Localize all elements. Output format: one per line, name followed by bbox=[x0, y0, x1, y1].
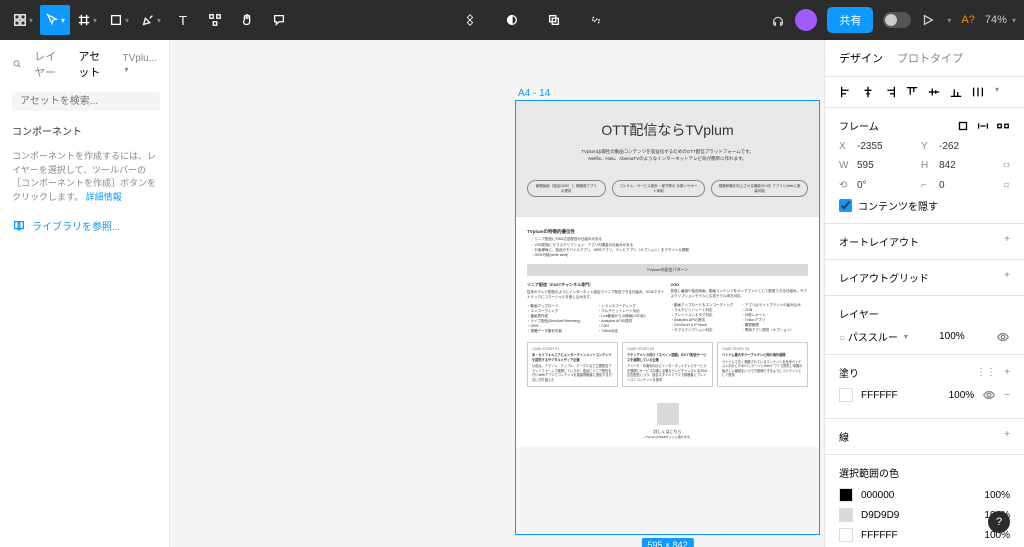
stroke-section[interactable]: 線+ bbox=[825, 419, 1024, 455]
zoom-level[interactable]: 74% ▾ bbox=[985, 14, 1016, 26]
auto-layout-section[interactable]: オートレイアウト+ bbox=[825, 224, 1024, 260]
frame-heading: フレーム bbox=[839, 118, 879, 133]
align-hcenter-icon[interactable] bbox=[861, 85, 875, 99]
dev-mode-toggle[interactable] bbox=[883, 12, 911, 28]
canvas[interactable]: A4 - 14 OTT配信ならTVplum TVplumは御社の動画コンテンツを… bbox=[170, 40, 824, 547]
eye-icon[interactable] bbox=[996, 330, 1010, 344]
user-avatar[interactable] bbox=[795, 9, 817, 31]
color-swatch[interactable] bbox=[839, 508, 853, 522]
prototype-tab[interactable]: プロトタイプ bbox=[897, 50, 963, 66]
text-tool[interactable]: T bbox=[168, 5, 198, 35]
fill-opacity[interactable]: 100% bbox=[949, 390, 975, 401]
align-controls: ▾ bbox=[825, 77, 1024, 108]
color-pct[interactable]: 100% bbox=[984, 490, 1010, 501]
style-icon[interactable]: ⋮⋮ bbox=[976, 367, 996, 378]
help-link[interactable]: 詳細情報 bbox=[86, 192, 122, 202]
remove-fill[interactable]: − bbox=[1004, 390, 1010, 401]
menu-button[interactable]: ▾ bbox=[8, 5, 38, 35]
pen-tool[interactable]: ▾ bbox=[136, 5, 166, 35]
eye-icon[interactable] bbox=[982, 388, 996, 402]
shape-tool[interactable]: ▾ bbox=[104, 5, 134, 35]
design-tab[interactable]: デザイン bbox=[839, 50, 883, 66]
resize-hug-icon[interactable] bbox=[976, 119, 990, 133]
layers-tab[interactable]: レイヤー bbox=[34, 48, 66, 80]
components-help-text: コンポーネントを作成するには、レイヤーを選択して、ツールバーの［コンポーネントを… bbox=[0, 146, 169, 208]
left-panel: レイヤー アセット TVplu... ▾ コンポーネント コンポーネントを作成す… bbox=[0, 40, 170, 547]
resize-fill-icon[interactable] bbox=[996, 119, 1010, 133]
size-badge: 595 × 842 bbox=[641, 538, 693, 547]
comment-tool[interactable] bbox=[264, 5, 294, 35]
selection-outline: 595 × 842 bbox=[515, 100, 820, 535]
help-button[interactable]: ? bbox=[988, 511, 1010, 533]
color-hex[interactable]: 000000 bbox=[861, 490, 894, 501]
fill-swatch[interactable] bbox=[839, 388, 853, 402]
frame-tool[interactable]: ▾ bbox=[72, 5, 102, 35]
x-value[interactable]: -2355 bbox=[857, 141, 905, 152]
radius-value[interactable]: 0 bbox=[939, 180, 987, 191]
h-value[interactable]: 842 bbox=[939, 160, 987, 171]
link-wh-icon[interactable] bbox=[1003, 158, 1010, 172]
color-hex[interactable]: FFFFFF bbox=[861, 530, 898, 541]
right-panel: デザイン プロトタイプ ▾ フレーム X-2355Y-262 W595H842 … bbox=[824, 40, 1024, 547]
color-swatch[interactable] bbox=[839, 528, 853, 542]
blend-mode[interactable]: ○ パススルー bbox=[839, 329, 898, 344]
mask-icon[interactable] bbox=[497, 5, 527, 35]
browse-libraries[interactable]: ライブラリを参照... bbox=[0, 208, 169, 243]
audio-icon[interactable] bbox=[771, 13, 785, 27]
align-vcenter-icon[interactable] bbox=[927, 85, 941, 99]
fill-hex[interactable]: FFFFFF bbox=[861, 390, 898, 401]
align-bottom-icon[interactable] bbox=[949, 85, 963, 99]
component-icon[interactable] bbox=[455, 5, 485, 35]
add-fill[interactable]: + bbox=[1004, 367, 1010, 378]
y-value[interactable]: -262 bbox=[939, 141, 987, 152]
align-left-icon[interactable] bbox=[839, 85, 853, 99]
move-tool[interactable]: ▾ bbox=[40, 5, 70, 35]
search-icon[interactable] bbox=[12, 57, 22, 71]
play-icon[interactable] bbox=[921, 13, 935, 27]
boolean-icon[interactable] bbox=[539, 5, 569, 35]
layer-heading: レイヤー bbox=[839, 306, 879, 321]
main-toolbar: ▾ ▾ ▾ ▾ ▾ T 共有 ▾ A? 74% ▾ bbox=[0, 0, 1024, 40]
fill-heading: 塗り bbox=[839, 365, 859, 380]
resources-tool[interactable] bbox=[200, 5, 230, 35]
link-icon[interactable] bbox=[581, 5, 611, 35]
distribute-icon[interactable] bbox=[971, 85, 985, 99]
page-selector[interactable]: TVplu... ▾ bbox=[123, 53, 157, 75]
w-value[interactable]: 595 bbox=[857, 160, 905, 171]
resize-fixed-icon[interactable] bbox=[956, 119, 970, 133]
hand-tool[interactable] bbox=[232, 5, 262, 35]
color-hex[interactable]: D9D9D9 bbox=[861, 510, 899, 521]
notification-badge[interactable]: A? bbox=[961, 14, 974, 26]
layer-opacity[interactable]: 100% bbox=[939, 331, 965, 342]
asset-search-input[interactable] bbox=[12, 92, 160, 111]
assets-tab[interactable]: アセット bbox=[78, 48, 110, 80]
rotation-value[interactable]: 0° bbox=[857, 180, 905, 191]
clip-label: コンテンツを隠す bbox=[858, 198, 938, 213]
align-top-icon[interactable] bbox=[905, 85, 919, 99]
corner-icon[interactable] bbox=[1003, 178, 1010, 192]
share-button[interactable]: 共有 bbox=[827, 7, 873, 33]
layout-grid-section[interactable]: レイアウトグリッド+ bbox=[825, 260, 1024, 296]
components-heading: コンポーネント bbox=[0, 115, 169, 146]
color-swatch[interactable] bbox=[839, 488, 853, 502]
clip-checkbox[interactable] bbox=[839, 199, 852, 212]
align-right-icon[interactable] bbox=[883, 85, 897, 99]
frame-label[interactable]: A4 - 14 bbox=[518, 88, 550, 99]
selection-colors-heading: 選択範囲の色 bbox=[839, 465, 899, 480]
